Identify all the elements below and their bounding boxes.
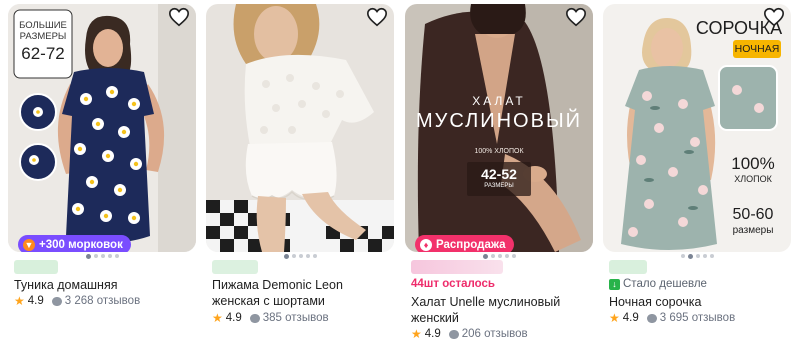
overlay-pct: 100% — [731, 154, 775, 173]
product-image[interactable]: СОРОЧКА НОЧНАЯ 100% ХЛОПОК 50-60 размеры — [603, 4, 791, 252]
rating-row: ★ 4.9 385 отзывов — [212, 311, 329, 325]
speech-bubble-icon — [646, 313, 657, 323]
price-blurred — [212, 260, 258, 274]
overlay-sizes-caption: РАЗМЕРЫ — [484, 183, 514, 189]
sale-badge: ♦ Распродажа — [415, 235, 514, 252]
reviews-count: 385 отзывов — [262, 312, 329, 324]
star-icon: ★ — [411, 327, 422, 341]
image-carousel-dots[interactable] — [8, 253, 196, 259]
product-image[interactable] — [206, 4, 394, 252]
rating-row: ★ 4.9 3 268 отзывов — [14, 294, 140, 308]
product-card[interactable]: Пижама Demonic Leon женская с шортами ★ … — [206, 0, 394, 344]
product-image[interactable]: ХАЛАТ МУСЛИНОВЫЙ 100% ХЛОПОК 42-52 РАЗМЕ… — [405, 4, 593, 252]
product-card[interactable]: СОРОЧКА НОЧНАЯ 100% ХЛОПОК 50-60 размеры… — [603, 0, 791, 344]
star-icon: ★ — [14, 294, 25, 308]
flame-icon: ♦ — [420, 238, 432, 251]
overlay-caption: БОЛЬШИЕ РАЗМЕРЫ — [19, 20, 67, 42]
overlay-caption-sub: 100% ХЛОПОК — [474, 148, 524, 155]
rating-value: 4.9 — [225, 312, 242, 324]
product-card[interactable]: ХАЛАТ МУСЛИНОВЫЙ 100% ХЛОПОК 42-52 РАЗМЕ… — [405, 0, 593, 344]
rating-row: ★ 4.9 3 695 отзывов — [609, 311, 735, 325]
product-title[interactable]: Пижама Demonic Leon женская с шортами — [212, 277, 390, 309]
favorite-heart-icon[interactable] — [366, 6, 388, 28]
reviews-count: 206 отзывов — [461, 328, 528, 340]
price-blurred — [609, 260, 647, 274]
overlay-sizes: 42-52 — [481, 166, 517, 182]
favorite-heart-icon[interactable] — [763, 6, 785, 28]
stock-note: 44шт осталось — [411, 278, 495, 290]
overlay-pct-caption: ХЛОПОК — [734, 174, 772, 184]
speech-bubble-icon — [51, 296, 62, 306]
product-card[interactable]: БОЛЬШИЕ РАЗМЕРЫ 62-72 ▼ +300 морковок Ту… — [8, 0, 196, 344]
product-photo — [206, 4, 394, 252]
reviews-count: 3 268 отзывов — [64, 295, 141, 307]
rating-row: ★ 4.9 206 отзывов — [411, 327, 528, 341]
image-carousel-dots[interactable] — [603, 253, 791, 259]
image-carousel-dots[interactable] — [405, 253, 593, 259]
product-title[interactable]: Туника домашняя — [14, 277, 192, 293]
favorite-heart-icon[interactable] — [565, 6, 587, 28]
overlay-caption-top: ХАЛАТ — [472, 94, 526, 108]
arrow-down-icon: ↓ — [609, 278, 620, 290]
star-icon: ★ — [609, 311, 620, 325]
reviews-count: 3 695 отзывов — [659, 312, 736, 324]
star-icon: ★ — [212, 311, 223, 325]
price-drop-note: ↓ Стало дешевле — [609, 278, 707, 290]
speech-bubble-icon — [448, 329, 459, 339]
rating-value: 4.9 — [622, 312, 639, 324]
rating-value: 4.9 — [424, 328, 441, 340]
overlay-sizes: 62-72 — [21, 44, 65, 63]
price-blurred — [14, 260, 58, 274]
overlay-tag: НОЧНАЯ — [734, 43, 780, 55]
carrot-icon: ▼ — [23, 238, 35, 251]
product-image[interactable]: БОЛЬШИЕ РАЗМЕРЫ 62-72 ▼ +300 морковок — [8, 4, 196, 252]
product-title[interactable]: Ночная сорочка — [609, 294, 787, 310]
promo-badge: ▼ +300 морковок — [18, 235, 131, 252]
overlay-sizes: 50-60 — [732, 206, 774, 223]
price-blurred — [411, 260, 503, 274]
overlay-caption-main: МУСЛИНОВЫЙ — [415, 110, 583, 132]
speech-bubble-icon — [249, 313, 260, 323]
image-carousel-dots[interactable] — [206, 253, 394, 259]
favorite-heart-icon[interactable] — [168, 6, 190, 28]
rating-value: 4.9 — [27, 295, 44, 307]
product-title[interactable]: Халат Unelle муслиновый женский — [411, 294, 589, 326]
overlay-sizes-caption: размеры — [732, 225, 774, 236]
